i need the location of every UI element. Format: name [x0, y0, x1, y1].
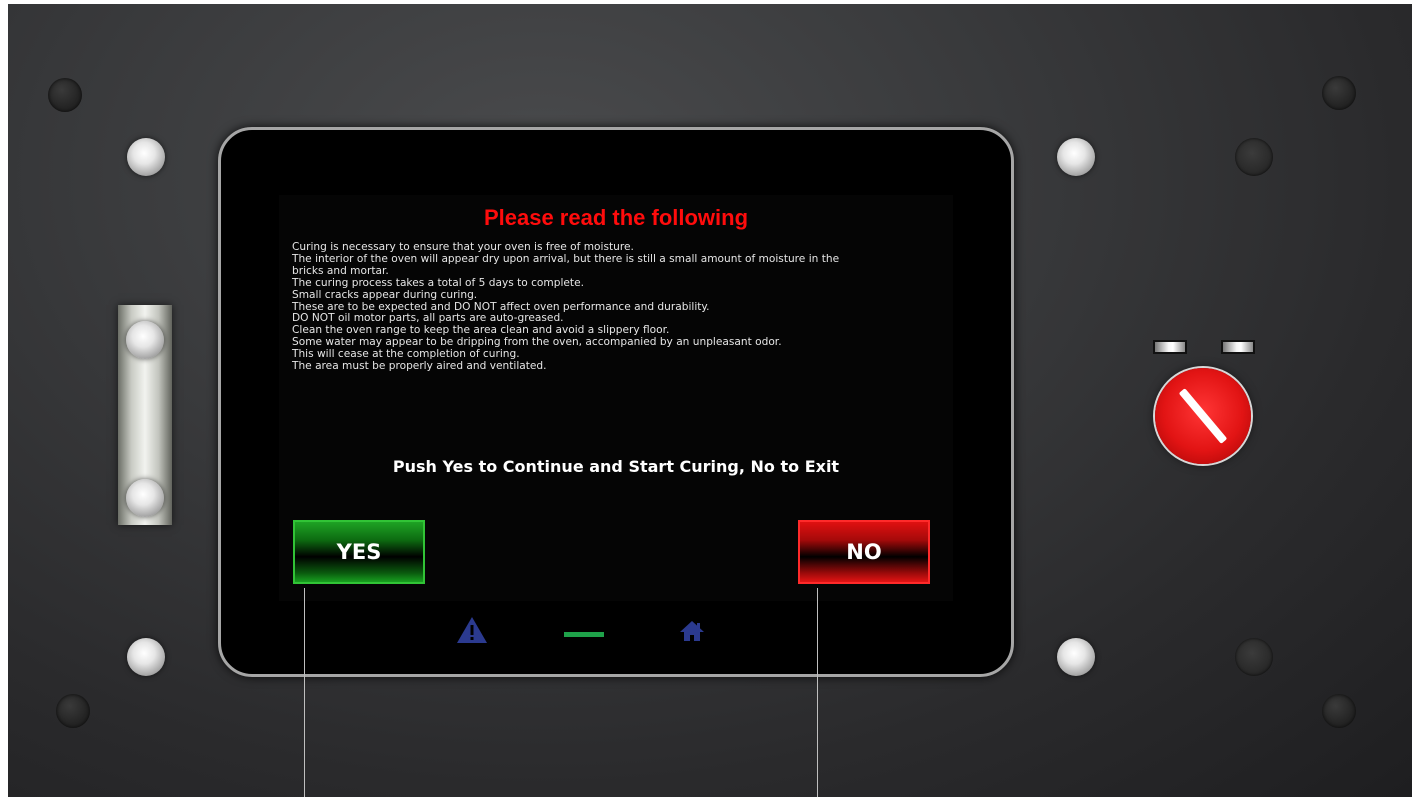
no-callout-line: [817, 588, 818, 797]
indicator-light: [1221, 340, 1255, 354]
handle-knob-bottom: [126, 479, 164, 517]
screw: [1322, 76, 1356, 110]
dialog: Please read the following Curing is nece…: [279, 195, 953, 601]
mount-knob: [1057, 638, 1095, 676]
note-line: The curing process takes a total of 5 da…: [292, 276, 584, 289]
yes-callout-line: [304, 588, 305, 797]
mount-knob: [1057, 138, 1095, 176]
mount-knob: [1235, 138, 1273, 176]
yes-button[interactable]: YES: [293, 520, 425, 584]
home-icon[interactable]: [679, 620, 705, 642]
dialog-title: Please read the following: [483, 205, 749, 230]
mount-knob: [127, 638, 165, 676]
no-label: NO: [846, 540, 882, 564]
emergency-stop-button[interactable]: [1155, 368, 1251, 464]
door-handle[interactable]: [118, 305, 172, 525]
hmi-screen: Please read the following Curing is nece…: [218, 127, 1014, 677]
note-line: bricks and mortar.: [292, 264, 389, 277]
note-line: The area must be properly aired and vent…: [292, 360, 547, 373]
notes-list: Curing is necessary to ensure that your …: [292, 241, 932, 373]
warning-icon[interactable]: [456, 616, 488, 644]
handle-knob-top: [126, 321, 164, 359]
nav-bar: [221, 606, 1011, 646]
screw: [56, 694, 90, 728]
yes-label: YES: [336, 540, 382, 564]
note-line: Small cracks appear during curing.: [292, 288, 478, 301]
minimize-icon[interactable]: [564, 632, 604, 637]
screw: [48, 78, 82, 112]
estop-marker: [1178, 388, 1228, 444]
mount-knob: [127, 138, 165, 176]
no-button[interactable]: NO: [798, 520, 930, 584]
confirm-prompt: Push Yes to Continue and Start Curing, N…: [392, 457, 840, 476]
indicator-light: [1153, 340, 1187, 354]
mount-knob: [1235, 638, 1273, 676]
screw: [1322, 694, 1356, 728]
